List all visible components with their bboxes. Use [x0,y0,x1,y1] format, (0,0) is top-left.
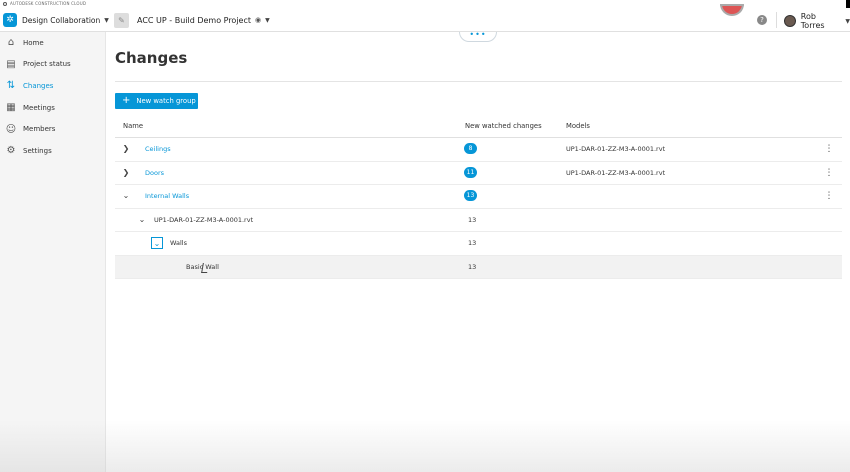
meetings-icon: ▦ [6,102,16,114]
sidebar-item-label: Project status [23,60,71,69]
sidebar-item-home[interactable]: ⌂ Home [0,32,105,54]
project-thumbnail-icon: ✎ [114,12,129,28]
caret-down-icon: ▼ [265,16,270,24]
table-row[interactable]: Basic Wall 13 [115,255,842,279]
globe-icon: ◉ [255,16,262,24]
members-icon: ☺ [5,123,17,135]
model-name: UP1-DAR-01-ZZ-M3-A-0001.rvt [566,145,666,153]
caret-down-icon: ▼ [845,17,850,25]
project-selector[interactable]: ✎ ACC UP - Build Demo Project ◉ ▼ [114,11,270,29]
button-label: New watch group [136,97,196,105]
change-count-badge: 8 [464,143,477,154]
watch-group-name[interactable]: Internal Walls [145,192,189,200]
topbar-divider [776,12,777,28]
new-watch-group-button[interactable]: + New watch group [115,93,198,109]
autodesk-logo-icon [3,2,7,6]
more-vert-icon[interactable]: ⋮ [824,167,834,179]
plus-icon: + [122,95,131,106]
more-options-tab[interactable]: ••• [459,31,497,42]
table-row[interactable]: ❯ Doors 11 UP1-DAR-01-ZZ-M3-A-0001.rvt ⋮ [115,162,842,185]
sidebar-item-changes[interactable]: ⇅ Changes [0,75,105,97]
project-name: ACC UP - Build Demo Project [137,15,252,25]
table-row[interactable]: ❯ Ceilings 8 UP1-DAR-01-ZZ-M3-A-0001.rvt… [115,138,842,162]
settings-icon: ⚙ [6,145,16,157]
title-divider [115,81,842,82]
top-bar: ✲ Design Collaboration ▼ ✎ ACC UP - Buil… [0,4,850,32]
user-menu[interactable]: Rob Torres ▼ [784,12,850,30]
change-count-badge: 13 [464,190,477,201]
brand-text: AUTODESK CONSTRUCTION CLOUD [10,1,87,6]
sidebar-item-label: Members [23,125,56,134]
avatar [784,15,796,27]
category-name: Walls [170,239,187,247]
main-content: ••• Changes + New watch group Name New w… [106,31,850,472]
status-icon: ▤ [6,58,16,70]
page-title: Changes [115,49,188,67]
column-header-name[interactable]: Name [123,122,143,130]
app-name: Design Collaboration [22,15,101,25]
watch-group-name[interactable]: Ceilings [145,145,171,153]
sidebar-item-label: Home [23,38,44,47]
chevron-down-icon[interactable]: ⌄ [137,215,147,225]
sidebar-item-meetings[interactable]: ▦ Meetings [0,97,105,119]
home-icon: ⌂ [7,37,15,49]
chevron-down-icon[interactable]: ⌄ [121,191,131,201]
table-row[interactable]: ⌄ UP1-DAR-01-ZZ-M3-A-0001.rvt 13 [115,209,842,232]
user-name: Rob Torres [800,12,825,30]
design-collaboration-logo-icon: ✲ [3,13,17,27]
change-count: 13 [468,239,477,247]
app-switcher[interactable]: ✲ Design Collaboration ▼ [3,11,109,29]
model-name: UP1-DAR-01-ZZ-M3-A-0001.rvt [566,168,666,177]
sidebar-item-label: Settings [23,146,52,155]
help-icon[interactable]: ? [757,15,767,25]
change-count: 13 [468,262,477,271]
more-vert-icon[interactable]: ⋮ [824,143,834,155]
caret-down-icon: ▼ [104,16,109,24]
chevron-right-icon[interactable]: ❯ [121,168,131,178]
changes-icon: ⇅ [6,80,16,92]
table-row[interactable]: ⌄ Walls 13 [115,232,842,256]
watch-group-name[interactable]: Doors [145,169,164,177]
webcam-overlay [720,4,744,16]
chevron-down-icon[interactable]: ⌄ [151,237,163,249]
sidebar-item-label: Changes [23,81,54,90]
more-vert-icon[interactable]: ⋮ [824,190,834,202]
sidebar-item-members[interactable]: ☺ Members [0,118,105,140]
changes-table: Name New watched changes Models ❯ Ceilin… [115,115,842,279]
model-file-name: UP1-DAR-01-ZZ-M3-A-0001.rvt [154,215,254,224]
column-header-changes[interactable]: New watched changes [465,122,542,130]
sidebar-item-label: Meetings [23,103,55,112]
sidebar-item-project-status[interactable]: ▤ Project status [0,54,105,76]
table-row[interactable]: ⌄ Internal Walls 13 ⋮ [115,185,842,209]
sidebar: ⌂ Home ▤ Project status ⇅ Changes ▦ Meet… [0,32,106,472]
sidebar-item-settings[interactable]: ⚙ Settings [0,140,105,162]
table-header: Name New watched changes Models [115,115,842,138]
change-count: 13 [468,215,477,224]
chevron-right-icon[interactable]: ❯ [121,144,131,154]
column-header-models[interactable]: Models [566,122,590,130]
change-count-badge: 11 [464,166,477,178]
